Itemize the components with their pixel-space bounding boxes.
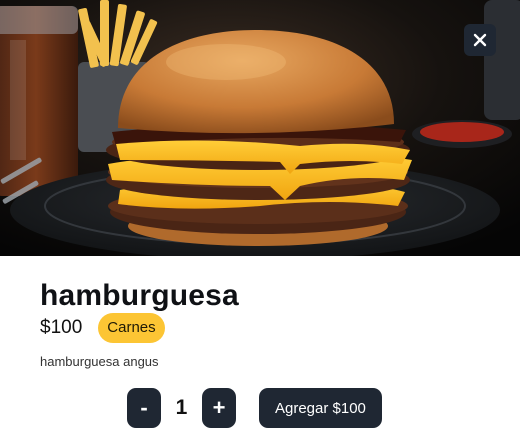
price-row: $100 Carnes	[40, 313, 165, 343]
close-icon	[473, 33, 487, 47]
category-badge: Carnes	[98, 313, 165, 343]
quantity-value: 1	[175, 396, 188, 419]
product-price: $100	[40, 317, 83, 338]
cart-actions: - 1 + Agregar $100	[127, 388, 382, 428]
product-details: hamburguesa $100 Carnes hamburguesa angu…	[0, 256, 520, 434]
product-description: hamburguesa angus	[40, 354, 159, 369]
add-to-cart-button[interactable]: Agregar $100	[259, 388, 382, 428]
product-image	[0, 0, 520, 256]
product-modal: hamburguesa $100 Carnes hamburguesa angu…	[0, 0, 520, 434]
decrement-button[interactable]: -	[127, 388, 161, 428]
close-button[interactable]	[464, 24, 496, 56]
increment-button[interactable]: +	[202, 388, 236, 428]
product-title: hamburguesa	[40, 279, 239, 312]
